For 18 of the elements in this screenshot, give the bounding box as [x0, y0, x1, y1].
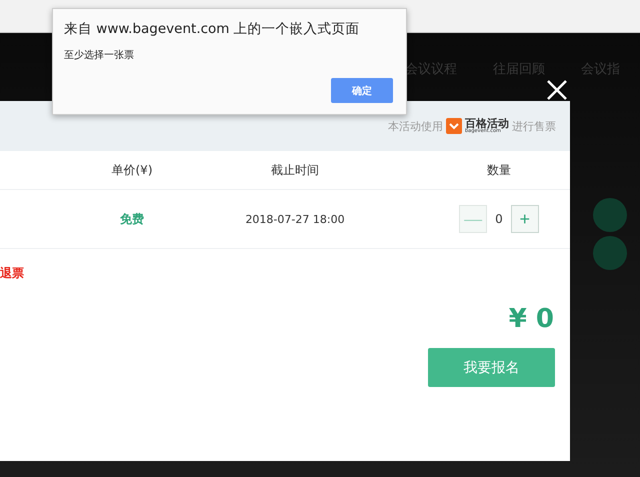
alert-title: 来自 www.bagevent.com 上的一个嵌入式页面	[64, 20, 361, 38]
increment-button[interactable]: +	[510, 205, 539, 233]
logo-icon	[446, 118, 462, 134]
quantity-value: 0	[495, 212, 503, 226]
close-icon[interactable]	[546, 79, 568, 101]
price-cell-text: 免费	[119, 210, 145, 228]
brand-name: 百格活动	[465, 118, 509, 129]
refund-note: 退票	[0, 265, 25, 282]
deadline-cell-text: 2018-07-27 18:00	[244, 212, 346, 226]
register-button[interactable]: 我要报名	[428, 348, 555, 387]
ok-button[interactable]: 确定	[331, 78, 393, 103]
total-price: ¥ 0	[508, 304, 555, 334]
column-header: 数量	[486, 162, 512, 178]
provider-text: 进行售票	[512, 118, 556, 134]
column-header: 单价(¥)	[110, 162, 154, 178]
column-header: 截止时间	[270, 162, 320, 178]
provider-text: 本活动使用	[388, 118, 443, 134]
alert-message: 至少选择一张票	[64, 48, 135, 62]
